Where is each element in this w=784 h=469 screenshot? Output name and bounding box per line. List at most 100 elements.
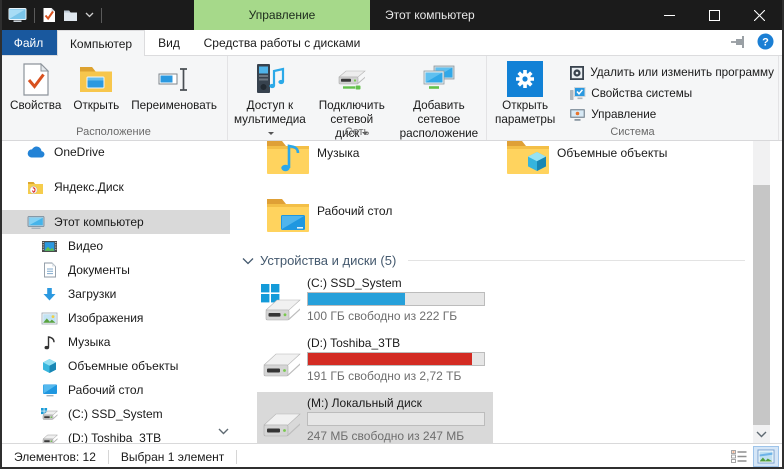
- objects3d-icon: [40, 358, 59, 374]
- button-label: Свойства системы: [591, 87, 692, 100]
- ribbon-group-label: Система: [487, 126, 778, 138]
- folder-tile-desktop[interactable]: Рабочий стол: [265, 195, 495, 245]
- sidebar-item-label: (D:) Toshiba_3TB: [68, 431, 161, 443]
- documents-icon: [40, 262, 59, 278]
- ribbon-group-label: Сеть: [228, 126, 486, 138]
- button-label: Управление: [591, 108, 656, 121]
- scrollbar-thumb[interactable]: [753, 185, 770, 425]
- sidebar-item-pictures[interactable]: Изображения: [0, 306, 230, 330]
- sidebar-item-label: Загрузки: [68, 287, 116, 301]
- thumbnails-view-icon: [757, 449, 775, 464]
- new-folder-icon[interactable]: [63, 9, 78, 22]
- separator: [236, 450, 237, 464]
- desktop-icon: [40, 383, 59, 397]
- tab-disk-tools[interactable]: Средства работы с дисками: [193, 30, 371, 55]
- ribbon-group-location: Свойства Открыть Переименовать Расположение: [0, 56, 228, 140]
- computer-management-icon: [569, 107, 586, 122]
- sidebar-item-label: Музыка: [68, 335, 110, 349]
- ribbon: Свойства Открыть Переименовать Расположение…: [0, 56, 784, 141]
- ribbon-button-management[interactable]: Управление: [565, 104, 778, 125]
- sidebar-item-label: OneDrive: [54, 145, 105, 159]
- drive-free-space: 100 ГБ свободно из 222 ГБ: [307, 309, 493, 323]
- folder-tile-music[interactable]: Музыка: [265, 140, 495, 187]
- maximize-button[interactable]: [692, 0, 737, 30]
- sidebar-item-label: Яндекс.Диск: [54, 180, 124, 194]
- drive-tile-drive-c[interactable]: (C:) SSD_System100 ГБ свободно из 222 ГБ: [257, 272, 493, 330]
- ribbon-button-properties[interactable]: Свойства: [5, 59, 66, 115]
- drive-name: (M:) Локальный диск: [307, 395, 493, 411]
- separator: [108, 450, 109, 464]
- status-bar: Элементов: 12 Выбран 1 элемент: [0, 443, 784, 469]
- items-count: Элементов: 12: [14, 450, 96, 464]
- sidebar-item-label: Объемные объекты: [68, 359, 178, 373]
- drive-name: (D:) Toshiba_3TB: [307, 335, 493, 351]
- chevron-down-icon[interactable]: [85, 12, 94, 18]
- open-folder-icon: [79, 64, 113, 95]
- button-label: Переименовать: [131, 99, 217, 112]
- sidebar-item-label: Видео: [68, 239, 103, 253]
- navigation-pane: OneDrive Яндекс.Диск Этот компьютер Видео До…: [0, 140, 230, 443]
- sidebar-item-label: Этот компьютер: [54, 215, 144, 229]
- ribbon-button-uninstall-program[interactable]: Удалить или изменить программу: [565, 62, 778, 83]
- tab-computer[interactable]: Компьютер: [57, 30, 145, 56]
- sidebar-scroll-down-icon[interactable]: [218, 424, 229, 438]
- folder-desktop-icon: [265, 195, 313, 245]
- sidebar-item-onedrive[interactable]: OneDrive: [0, 140, 230, 164]
- sidebar-item-downloads[interactable]: Загрузки: [0, 282, 230, 306]
- folder-name: Рабочий стол: [317, 204, 392, 245]
- sidebar-item-music[interactable]: Музыка: [0, 330, 230, 354]
- uninstall-program-icon: [569, 65, 585, 81]
- separator: [34, 8, 35, 23]
- minimize-button[interactable]: [647, 0, 692, 30]
- contextual-tab-header[interactable]: Управление: [194, 0, 370, 30]
- window-title: Этот компьютер: [385, 0, 475, 30]
- settings-gear-icon: [507, 61, 543, 97]
- ribbon-group-label: Расположение: [0, 126, 227, 138]
- sidebar-item-drive-c[interactable]: (C:) SSD_System: [0, 402, 230, 426]
- selection-info: Выбран 1 элемент: [121, 450, 224, 464]
- ribbon-button-open-settings[interactable]: Открыть параметры: [488, 59, 562, 129]
- drive-tile-drive-d[interactable]: (D:) Toshiba_3TB191 ГБ свободно из 2,72 …: [257, 332, 493, 390]
- scrollbar-down-button[interactable]: [753, 427, 770, 442]
- details-view-button[interactable]: [727, 447, 751, 466]
- sidebar-item-desktop[interactable]: Рабочий стол: [0, 378, 230, 402]
- group-header-line: [408, 260, 745, 261]
- pictures-icon: [40, 312, 59, 325]
- ribbon-button-open[interactable]: Открыть: [68, 59, 124, 115]
- main-area: OneDrive Яндекс.Диск Этот компьютер Видео До…: [0, 140, 784, 443]
- music-icon: [40, 335, 59, 350]
- svg-text:?: ?: [762, 36, 769, 48]
- details-view-icon: [730, 449, 748, 464]
- drive-large-icon: [258, 401, 306, 443]
- sidebar-item-this-pc[interactable]: Этот компьютер: [0, 210, 230, 234]
- window-border-left: [0, 0, 2, 469]
- group-header[interactable]: Устройства и диски (5): [242, 250, 745, 270]
- button-label: Открыть параметры: [495, 99, 555, 126]
- ribbon-button-rename[interactable]: Переименовать: [126, 59, 222, 115]
- sidebar-item-drive-d[interactable]: (D:) Toshiba_3TB: [0, 426, 230, 443]
- computer-icon[interactable]: [8, 7, 27, 23]
- tab-view[interactable]: Вид: [145, 30, 193, 55]
- group-collapse-icon[interactable]: [242, 253, 254, 268]
- folder-tile-3d-objects[interactable]: Объемные объекты: [505, 140, 735, 187]
- onedrive-cloud-icon: [26, 146, 45, 158]
- tab-file[interactable]: Файл: [0, 30, 57, 55]
- thumbnails-view-button[interactable]: [754, 447, 778, 466]
- properties-icon[interactable]: [42, 7, 56, 23]
- button-label: Свойства: [10, 99, 61, 112]
- sidebar-item-documents[interactable]: Документы: [0, 258, 230, 282]
- vertical-scrollbar[interactable]: [753, 140, 770, 443]
- sidebar-item-yandex-disk[interactable]: Яндекс.Диск: [0, 175, 230, 199]
- content-pane: Устройства и диски (5) МузыкаОбъемные об…: [230, 140, 753, 443]
- ribbon-tabs: ФайлКомпьютерВидСредства работы с дискам…: [0, 30, 784, 56]
- sidebar-item-videos[interactable]: Видео: [0, 234, 230, 258]
- ribbon-group-network: Доступ к мультимедиаПодключить сетевой д…: [228, 56, 487, 140]
- help-icon[interactable]: ?: [757, 33, 774, 50]
- close-button[interactable]: [737, 0, 782, 30]
- properties-large-icon: [22, 63, 50, 96]
- ribbon-button-system-properties[interactable]: Свойства системы: [565, 83, 778, 104]
- pin-icon[interactable]: [730, 35, 747, 49]
- drive-tile-drive-m[interactable]: (M:) Локальный диск247 МБ свободно из 24…: [257, 392, 493, 443]
- sidebar-item-3d-objects[interactable]: Объемные объекты: [0, 354, 230, 378]
- folder-3d-icon: [505, 140, 553, 187]
